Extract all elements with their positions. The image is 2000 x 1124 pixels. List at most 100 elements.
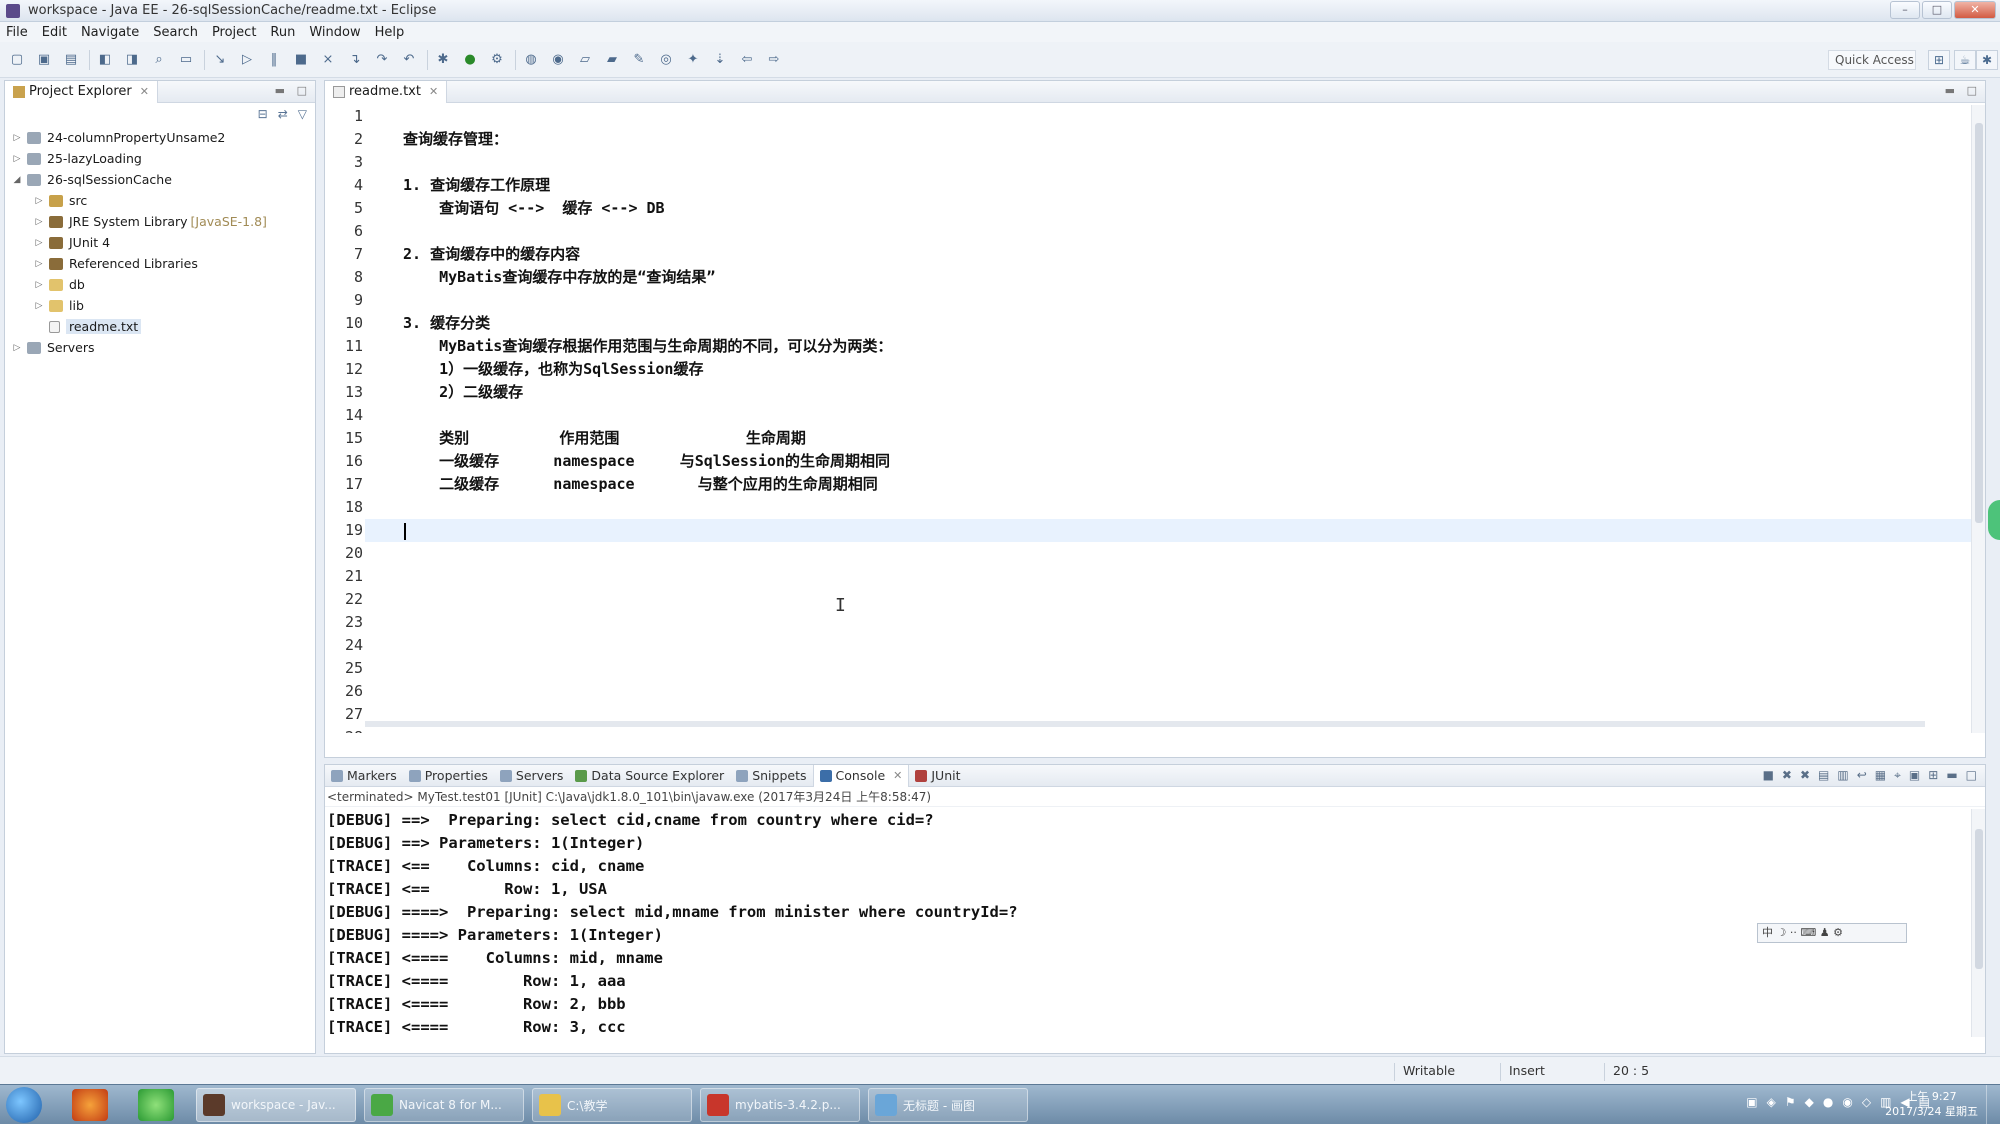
close-button[interactable]: ✕ bbox=[1954, 1, 1996, 19]
expand-toggle-icon[interactable]: ▷ bbox=[33, 259, 45, 269]
open-folder-icon[interactable]: ▱ bbox=[576, 51, 594, 69]
tab-markers[interactable]: Markers bbox=[325, 765, 403, 787]
menu-navigate[interactable]: Navigate bbox=[81, 25, 139, 40]
tree-item[interactable]: ▷ src bbox=[5, 190, 315, 211]
editor-vertical-scrollbar[interactable] bbox=[1971, 105, 1985, 733]
expand-toggle-icon[interactable]: ▷ bbox=[11, 133, 23, 143]
external-tools-icon[interactable]: ⚙ bbox=[488, 51, 506, 69]
tab-console[interactable]: Console ✕ bbox=[812, 764, 910, 787]
taskbar-button[interactable]: Navicat 8 for M... bbox=[364, 1088, 524, 1122]
skip-breakpoints-icon[interactable]: ↘ bbox=[211, 51, 229, 69]
pen-icon[interactable]: ✎ bbox=[630, 51, 648, 69]
tree-item[interactable]: ▷ lib bbox=[5, 295, 315, 316]
tab-servers[interactable]: Servers bbox=[494, 765, 570, 787]
resume-icon[interactable]: ▷ bbox=[238, 51, 256, 69]
minimize-view-icon[interactable]: ▬ bbox=[275, 84, 285, 97]
minimize-view-icon[interactable]: ▬ bbox=[1946, 768, 1957, 783]
minimize-button[interactable]: – bbox=[1890, 1, 1920, 19]
show-desktop-button[interactable] bbox=[1986, 1085, 2000, 1124]
menu-file[interactable]: File bbox=[6, 25, 28, 40]
open-perspective-icon[interactable]: ⊞ bbox=[1928, 50, 1950, 70]
debug-perspective-icon[interactable]: ✱ bbox=[1976, 50, 1998, 70]
word-wrap-icon[interactable]: ↩ bbox=[1857, 768, 1867, 783]
menu-run[interactable]: Run bbox=[270, 25, 295, 40]
forward-icon[interactable]: ⇨ bbox=[765, 51, 783, 69]
tab-snippets[interactable]: Snippets bbox=[730, 765, 812, 787]
next-annotation-icon[interactable]: ⇣ bbox=[711, 51, 729, 69]
suspend-icon[interactable]: ‖ bbox=[265, 51, 283, 69]
search-icon[interactable]: ⌕ bbox=[150, 51, 168, 69]
new-icon[interactable]: ▢ bbox=[8, 51, 26, 69]
open-task-icon[interactable]: ▰ bbox=[603, 51, 621, 69]
taskbar-button[interactable]: 无标题 - 画图 bbox=[868, 1088, 1028, 1122]
expand-toggle-icon[interactable]: ▷ bbox=[33, 196, 45, 206]
tab-junit[interactable]: JUnit bbox=[909, 765, 966, 787]
start-button[interactable] bbox=[6, 1087, 42, 1123]
maximize-view-icon[interactable]: □ bbox=[1966, 768, 1977, 783]
terminate-icon[interactable]: ■ bbox=[1763, 768, 1774, 783]
menu-edit[interactable]: Edit bbox=[42, 25, 67, 40]
tab-project-explorer[interactable]: Project Explorer ✕ bbox=[5, 80, 158, 103]
link-with-editor-icon[interactable]: ⇄ bbox=[278, 107, 288, 121]
close-icon[interactable]: ✕ bbox=[893, 769, 902, 782]
tree-item[interactable]: ▷ Servers bbox=[5, 337, 315, 358]
display-console-icon[interactable]: ▣ bbox=[1909, 768, 1920, 783]
floating-side-handle[interactable] bbox=[1988, 500, 2000, 540]
close-icon[interactable]: ✕ bbox=[140, 85, 149, 98]
taskbar-button[interactable]: workspace - Jav... bbox=[196, 1088, 356, 1122]
step-over-icon[interactable]: ↷ bbox=[373, 51, 391, 69]
ime-toolbar[interactable]: 中 ☽ ·· ⌨ ♟ ⚙ bbox=[1757, 923, 1907, 943]
minimize-view-icon[interactable]: ▬ bbox=[1945, 84, 1955, 97]
text-editor[interactable]: 1 2 3 4 5 6 7 8 9 10 11 12 13 14 15 16 17 18 19 20 21 22 23 24 2… bbox=[325, 105, 1975, 733]
expand-toggle-icon[interactable]: ▷ bbox=[33, 217, 45, 227]
shield-tray-icon[interactable]: ◇ bbox=[1862, 1095, 1871, 1109]
tree-item[interactable]: ▷ JRE System Library [JavaSE-1.8] bbox=[5, 211, 315, 232]
tree-item[interactable]: ◢ 26-sqlSessionCache bbox=[5, 169, 315, 190]
flag-tray-icon[interactable]: ⚑ bbox=[1785, 1095, 1796, 1109]
browser-icon[interactable] bbox=[138, 1089, 174, 1121]
open-console-icon[interactable]: ⊞ bbox=[1928, 768, 1938, 783]
tab-readme-txt[interactable]: readme.txt ✕ bbox=[325, 80, 448, 103]
expand-toggle-icon[interactable]: ▷ bbox=[33, 301, 45, 311]
run-icon[interactable]: ● bbox=[461, 51, 479, 69]
expand-toggle-icon[interactable]: ▷ bbox=[33, 238, 45, 248]
chat-tray-icon[interactable]: ● bbox=[1823, 1095, 1833, 1109]
menu-window[interactable]: Window bbox=[309, 25, 360, 40]
java-ee-perspective-icon[interactable]: ☕ bbox=[1954, 50, 1976, 70]
quick-access-field[interactable]: Quick Access bbox=[1828, 50, 1916, 70]
taskbar-clock[interactable]: 上午 9:27 2017/3/24 星期五 bbox=[1885, 1089, 1978, 1119]
menu-search[interactable]: Search bbox=[153, 25, 198, 40]
terminal-icon[interactable]: ▭ bbox=[177, 51, 195, 69]
tab-properties[interactable]: Properties bbox=[403, 765, 494, 787]
pin-console-icon[interactable]: ⌖ bbox=[1894, 768, 1901, 783]
tree-item[interactable]: ▷ Referenced Libraries bbox=[5, 253, 315, 274]
disconnect-icon[interactable]: ⨯ bbox=[319, 51, 337, 69]
save-all-icon[interactable]: ▤ bbox=[62, 51, 80, 69]
expand-toggle-icon[interactable]: ▷ bbox=[11, 343, 23, 353]
ime-tray-icon[interactable]: ▣ bbox=[1746, 1095, 1757, 1109]
step-into-icon[interactable]: ↴ bbox=[346, 51, 364, 69]
expand-toggle-icon[interactable]: ▷ bbox=[11, 154, 23, 164]
save-icon[interactable]: ▣ bbox=[35, 51, 53, 69]
open-type-icon[interactable]: ◧ bbox=[96, 51, 114, 69]
firefox-icon[interactable] bbox=[72, 1089, 108, 1121]
open-resource-icon[interactable]: ◨ bbox=[123, 51, 141, 69]
console-output[interactable]: [DEBUG] ==> Preparing: select cid,cname … bbox=[327, 809, 1969, 1037]
remove-all-terminated-icon[interactable]: ✖ bbox=[1800, 768, 1810, 783]
debug-icon[interactable]: ✱ bbox=[434, 51, 452, 69]
view-menu-icon[interactable]: ▽ bbox=[298, 107, 307, 121]
scroll-lock-icon[interactable]: ▥ bbox=[1837, 768, 1848, 783]
expand-toggle-icon[interactable]: ◢ bbox=[11, 175, 23, 185]
network-tray-icon[interactable]: ◈ bbox=[1767, 1095, 1776, 1109]
update-tray-icon[interactable]: ◉ bbox=[1842, 1095, 1852, 1109]
maximize-view-icon[interactable]: □ bbox=[1967, 84, 1977, 97]
tree-item[interactable]: ▷ 24-columnPropertyUnsame2 bbox=[5, 127, 315, 148]
maximize-view-icon[interactable]: □ bbox=[297, 84, 307, 97]
editor-horizontal-scrollbar[interactable] bbox=[365, 717, 1965, 731]
terminate-icon[interactable]: ■ bbox=[292, 51, 310, 69]
step-return-icon[interactable]: ↶ bbox=[400, 51, 418, 69]
back-icon[interactable]: ⇦ bbox=[738, 51, 756, 69]
new-server-icon[interactable]: ◍ bbox=[522, 51, 540, 69]
clear-console-icon[interactable]: ▤ bbox=[1818, 768, 1829, 783]
console-vertical-scrollbar[interactable] bbox=[1971, 809, 1985, 1037]
